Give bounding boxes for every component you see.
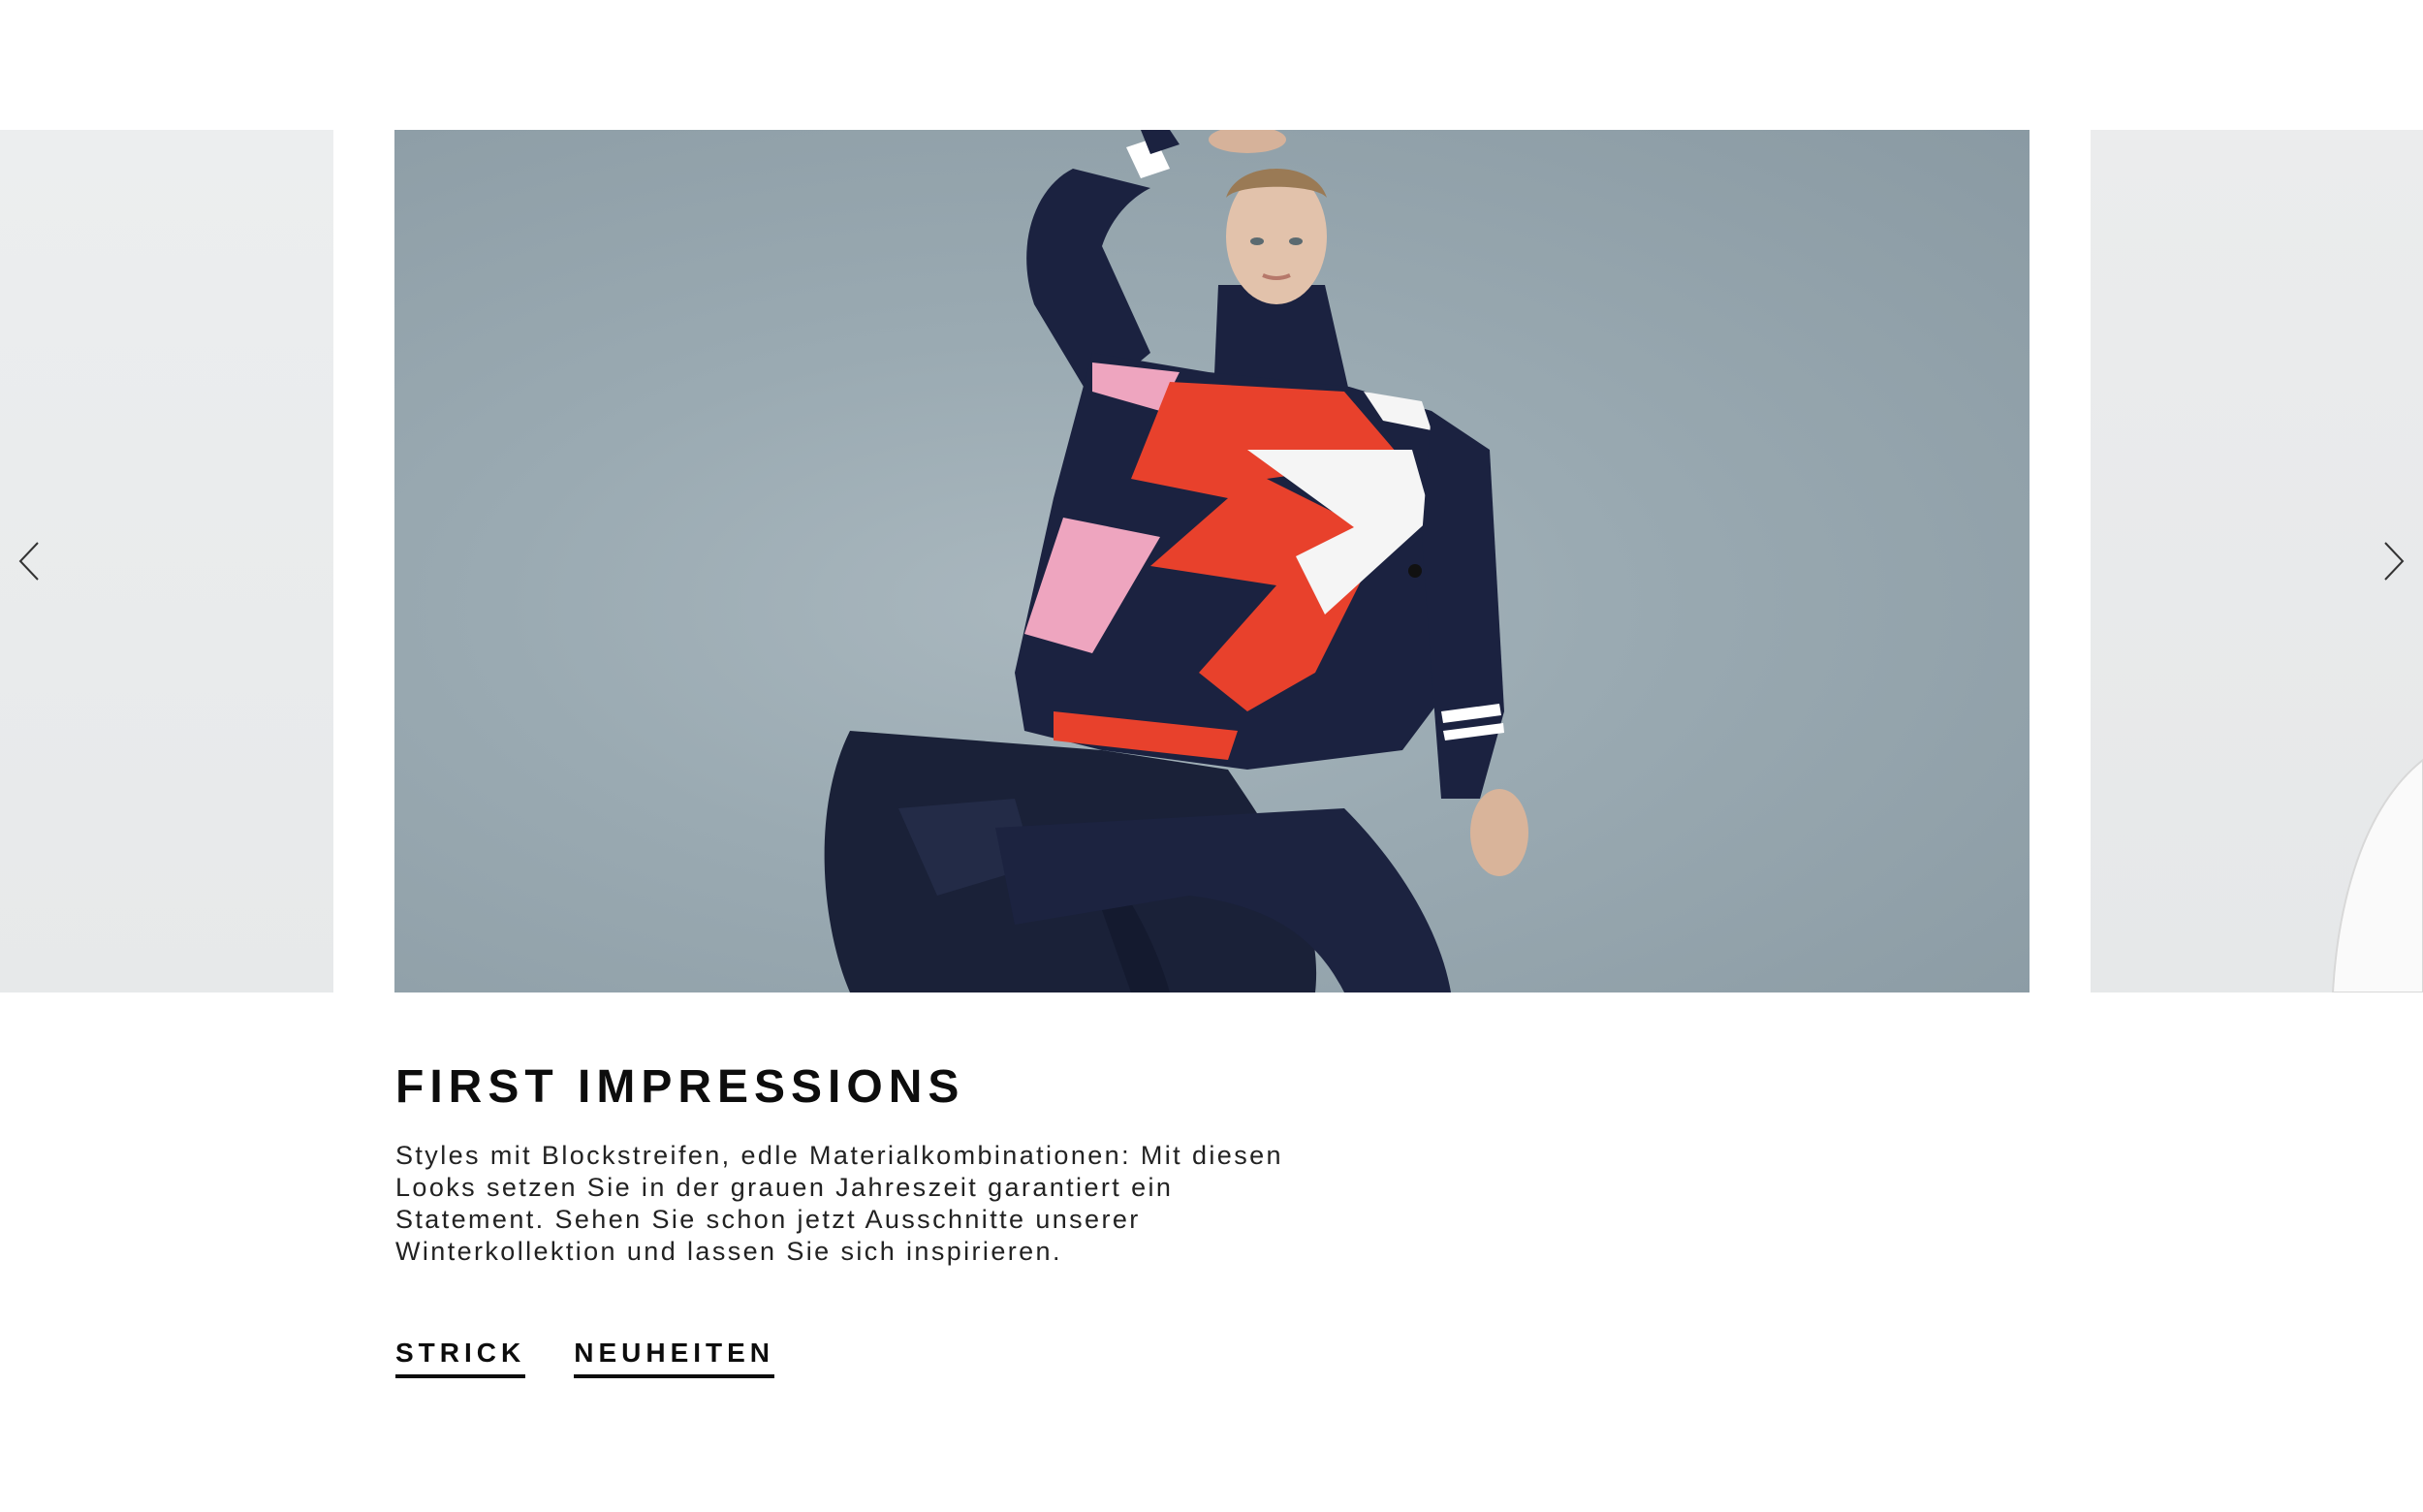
- feature-links: STRICK NEUHEITEN: [395, 1338, 775, 1378]
- chevron-left-icon: [18, 542, 39, 581]
- feature-description: Styles mit Blockstreifen, edle Materialk…: [395, 1141, 1283, 1266]
- carousel-next-button[interactable]: [2365, 527, 2423, 595]
- current-slide[interactable]: [394, 130, 2030, 992]
- feature-title: FIRST IMPRESSIONS: [395, 1061, 965, 1113]
- model-in-knit-sweater-image: [824, 130, 1528, 992]
- link-neuheiten[interactable]: NEUHEITEN: [574, 1338, 775, 1378]
- link-strick[interactable]: STRICK: [395, 1338, 526, 1378]
- chevron-right-icon: [2384, 542, 2405, 581]
- feature-content: FIRST IMPRESSIONS Styles mit Blockstreif…: [395, 1056, 1365, 1378]
- carousel-prev-button[interactable]: [0, 527, 58, 595]
- image-carousel: [0, 130, 2423, 992]
